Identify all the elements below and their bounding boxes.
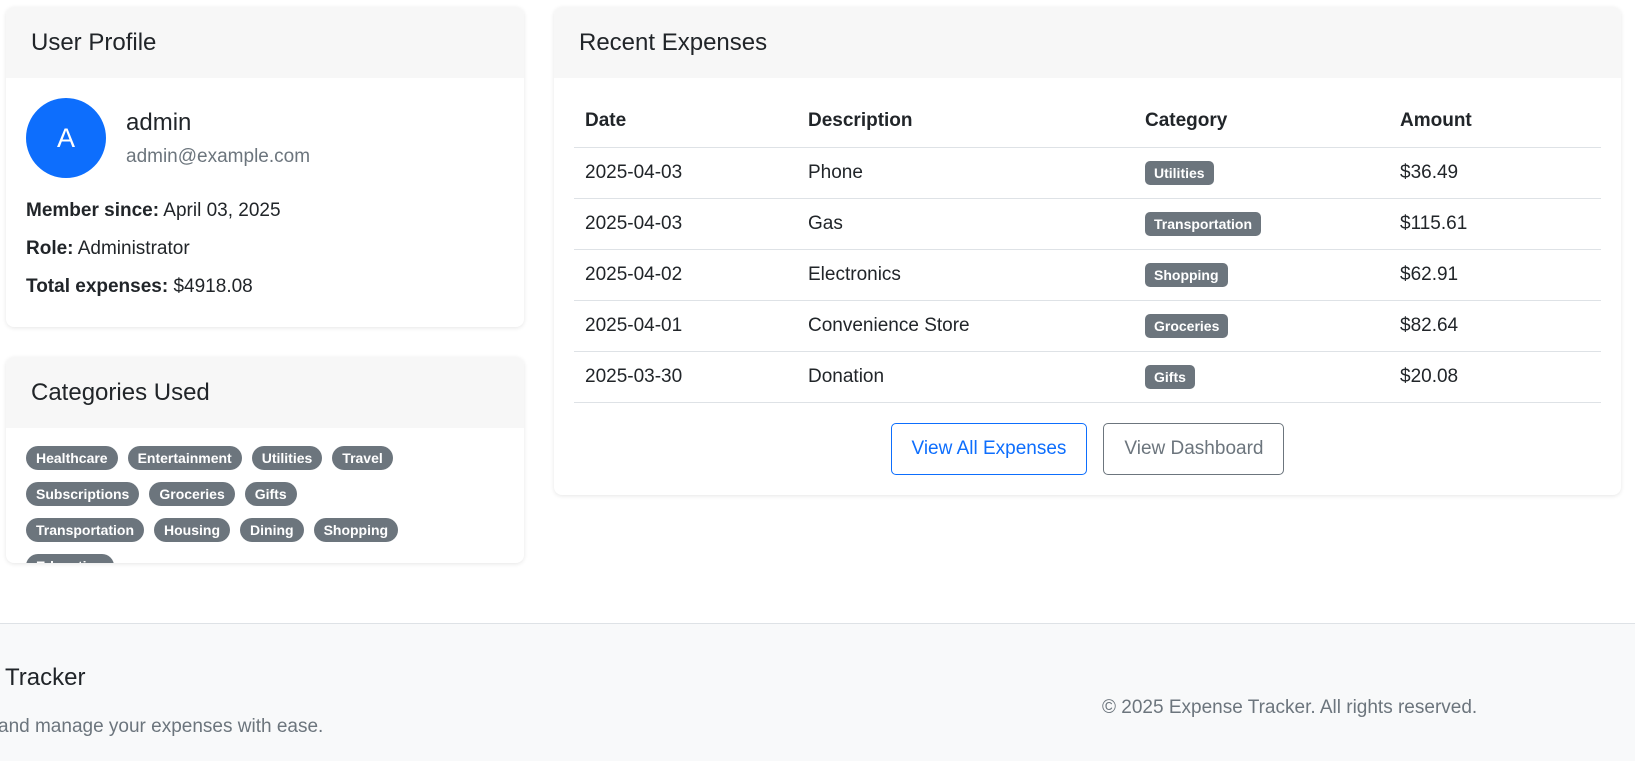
expense-amount-cell: $82.64	[1389, 300, 1601, 352]
categories-card: Categories Used Healthcare Entertainment U…	[6, 357, 524, 563]
expense-description-cell: Convenience Store	[797, 300, 1134, 352]
expense-description-cell: Phone	[797, 147, 1134, 199]
category-pill: Dining	[240, 518, 304, 542]
table-row: 2025-04-01 Convenience Store Groceries $82.…	[574, 300, 1601, 352]
category-pill: Transportation	[26, 518, 145, 542]
expense-date-cell: 2025-04-02	[574, 249, 797, 301]
expense-description-cell: Gas	[797, 198, 1134, 250]
footer-tagline: and manage your expenses with ease.	[0, 716, 324, 737]
footer-title: Tracker	[5, 664, 86, 691]
category-pill: Entertainment	[127, 446, 242, 470]
table-row: 2025-04-03 Gas Transportation $115.61	[574, 198, 1601, 250]
category-badge: Shopping	[1145, 262, 1228, 287]
column-header-amount: Amount	[1389, 96, 1601, 148]
column-header-category: Category	[1134, 96, 1389, 148]
expense-amount-cell: $20.08	[1389, 351, 1601, 403]
column-header-description: Description	[797, 96, 1134, 148]
category-pill: Utilities	[251, 446, 323, 470]
expense-description-cell: Donation	[797, 351, 1134, 403]
expense-date-cell: 2025-03-30	[574, 351, 797, 403]
user-email: admin@example.com	[126, 145, 311, 167]
expenses-table: Date Description Category Amount 2025-04…	[574, 96, 1601, 403]
category-pill: Travel	[332, 446, 393, 470]
total-expenses-value: $4918.08	[173, 276, 253, 297]
member-since-label: Member since:	[26, 200, 160, 221]
expense-amount-cell: $62.91	[1389, 249, 1601, 301]
table-row: 2025-04-03 Phone Utilities $36.49	[574, 147, 1601, 199]
recent-expenses-card: Recent Expenses Date Description Categor…	[554, 7, 1621, 495]
expense-description-cell: Electronics	[797, 249, 1134, 301]
total-expenses-label: Total expenses:	[26, 276, 169, 297]
member-since-line: Member since: April 03, 2025	[26, 200, 504, 222]
table-row: 2025-03-30 Donation Gifts $20.08	[574, 351, 1601, 403]
column-header-date: Date	[574, 96, 797, 148]
category-pill: Gifts	[244, 482, 297, 506]
category-badge: Groceries	[1145, 313, 1229, 338]
category-badge: Transportation	[1145, 211, 1262, 236]
footer-copyright: © 2025 Expense Tracker. All rights reser…	[1102, 697, 1478, 718]
expense-category-cell: Utilities	[1134, 147, 1389, 199]
role-line: Role: Administrator	[26, 238, 504, 260]
expense-category-cell: Gifts	[1134, 351, 1389, 403]
expense-date-cell: 2025-04-01	[574, 300, 797, 352]
user-profile-header: User Profile	[6, 7, 524, 78]
category-pill: Groceries	[149, 482, 235, 506]
expense-amount-cell: $115.61	[1389, 198, 1601, 250]
expense-date-cell: 2025-04-03	[574, 147, 797, 199]
category-pill: Subscriptions	[26, 482, 140, 506]
table-row: 2025-04-02 Electronics Shopping $62.91	[574, 249, 1601, 301]
username: admin	[126, 108, 192, 136]
expense-date-cell: 2025-04-03	[574, 198, 797, 250]
category-pill: Housing	[154, 518, 231, 542]
member-since-value: April 03, 2025	[163, 200, 281, 221]
category-pill: Healthcare	[26, 446, 118, 470]
expense-amount-cell: $36.49	[1389, 147, 1601, 199]
category-pill: Education	[26, 554, 114, 563]
category-pill-list: Healthcare Entertainment Utilities Travel Su…	[6, 428, 426, 563]
recent-expenses-header: Recent Expenses	[554, 7, 1621, 78]
total-expenses-line: Total expenses: $4918.08	[26, 276, 504, 298]
avatar: A	[26, 98, 106, 178]
category-badge: Utilities	[1145, 160, 1214, 185]
category-badge: Gifts	[1145, 364, 1195, 389]
table-header-row: Date Description Category Amount	[574, 96, 1601, 148]
expense-category-cell: Groceries	[1134, 300, 1389, 352]
view-dashboard-button[interactable]: View Dashboard	[1103, 422, 1285, 475]
view-all-expenses-button[interactable]: View All Expenses	[890, 422, 1088, 475]
category-pill: Shopping	[313, 518, 399, 542]
footer: Tracker and manage your expenses with ea…	[0, 623, 1635, 761]
expense-category-cell: Transportation	[1134, 198, 1389, 250]
categories-header: Categories Used	[6, 357, 524, 428]
role-value: Administrator	[77, 238, 190, 259]
role-label: Role:	[26, 238, 74, 259]
expense-category-cell: Shopping	[1134, 249, 1389, 301]
user-profile-card: User Profile A admin admin@example.com M…	[6, 7, 524, 327]
